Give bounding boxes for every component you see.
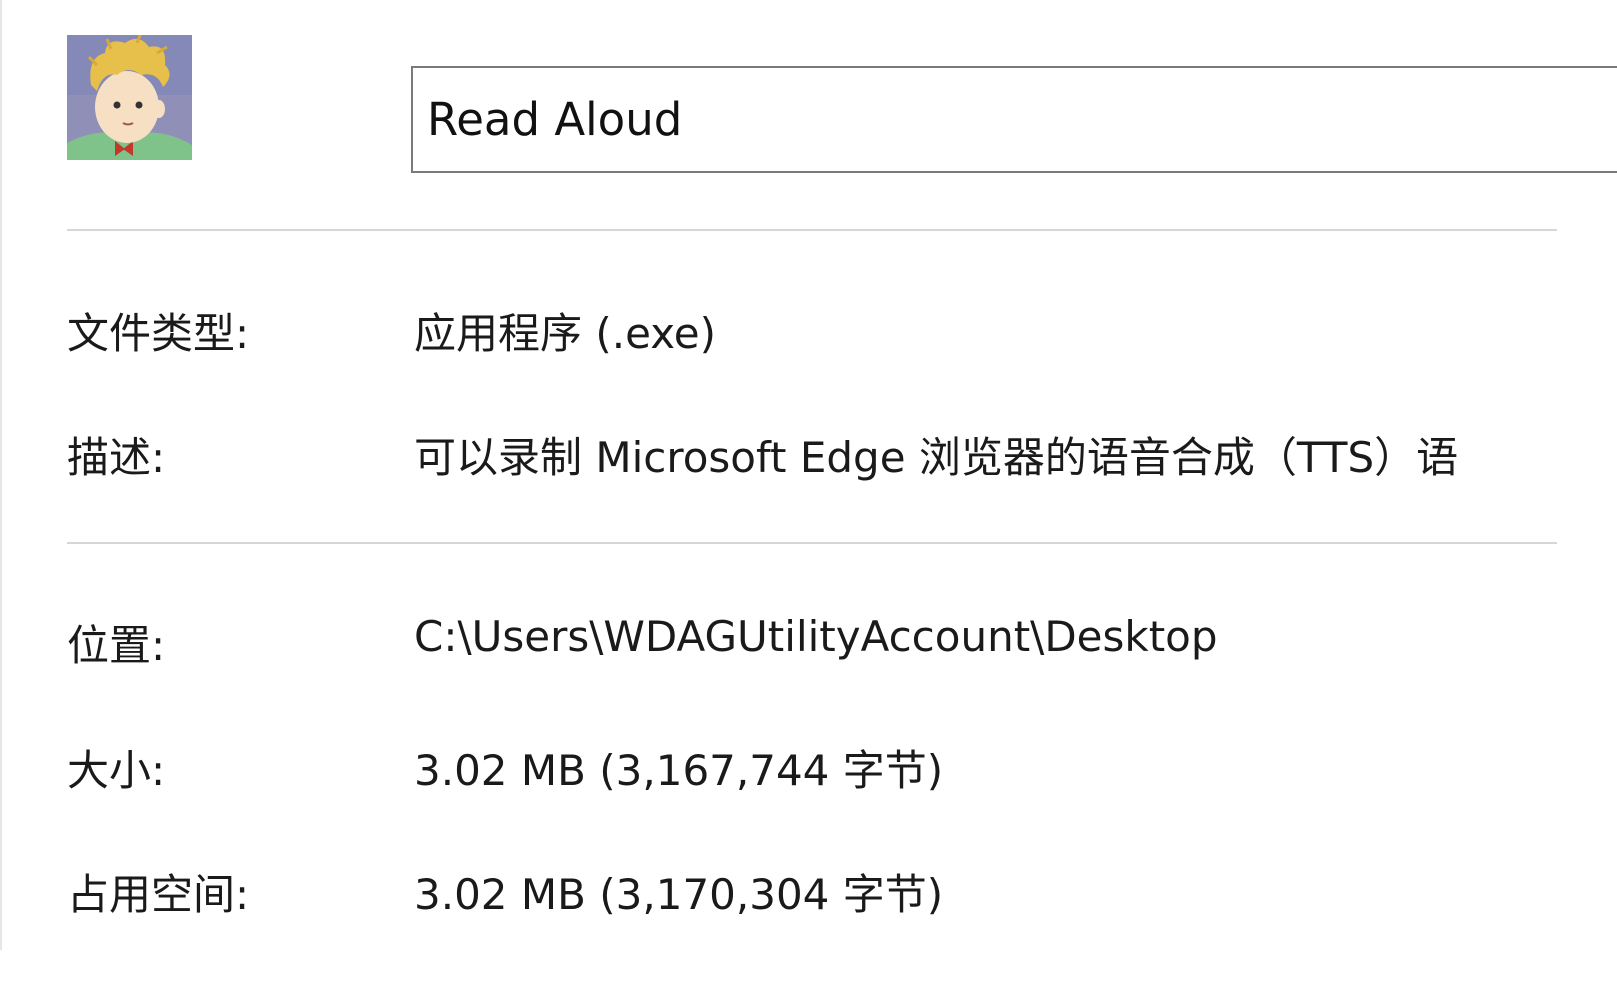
window-left-edge bbox=[0, 0, 2, 950]
size-on-disk-label: 占用空间: bbox=[67, 870, 250, 919]
file-type-value: 应用程序 (.exe) bbox=[414, 309, 716, 358]
description-value: 可以录制 Microsoft Edge 浏览器的语音合成（TTS）语 bbox=[414, 433, 1459, 482]
size-value: 3.02 MB (3,167,744 字节) bbox=[414, 746, 944, 795]
file-name-input[interactable] bbox=[411, 66, 1617, 173]
file-type-label: 文件类型: bbox=[67, 309, 250, 358]
app-icon bbox=[67, 35, 192, 160]
size-label: 大小: bbox=[67, 746, 166, 795]
location-value: C:\Users\WDAGUtilityAccount\Desktop bbox=[414, 612, 1218, 661]
location-label: 位置: bbox=[67, 621, 166, 670]
description-label: 描述: bbox=[67, 433, 166, 482]
divider bbox=[67, 229, 1557, 231]
size-on-disk-value: 3.02 MB (3,170,304 字节) bbox=[414, 870, 944, 919]
divider bbox=[67, 542, 1557, 544]
